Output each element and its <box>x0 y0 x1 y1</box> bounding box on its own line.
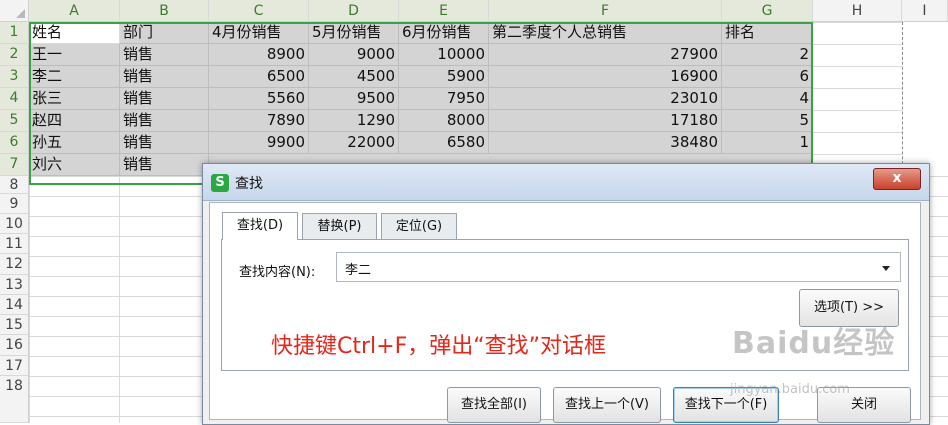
row-header[interactable]: 8 <box>0 176 29 194</box>
grid-line <box>119 176 120 423</box>
table-cell[interactable]: 2 <box>722 44 813 66</box>
table-cell[interactable]: 张三 <box>29 88 120 110</box>
table-cell[interactable]: 27900 <box>489 44 722 66</box>
annotation-text: 快捷键Ctrl+F，弹出“查找”对话框 <box>271 334 607 359</box>
find-all-button[interactable]: 查找全部(I) <box>447 387 541 423</box>
table-cell[interactable]: 9900 <box>209 132 309 154</box>
row-header[interactable]: 16 <box>0 335 29 356</box>
table-cell[interactable]: 6580 <box>399 132 489 154</box>
row-header[interactable]: 5 <box>0 110 29 132</box>
empty-grid <box>813 22 902 176</box>
table-cell[interactable]: 6 <box>722 66 813 88</box>
row-header[interactable]: 14 <box>0 295 29 315</box>
baidu-watermark: Baidu经验 <box>732 326 896 361</box>
table-cell[interactable]: 9500 <box>309 88 399 110</box>
table-cell[interactable]: 销售 <box>120 154 209 176</box>
row-header[interactable]: 18 <box>0 376 29 423</box>
cell-header-may[interactable]: 5月份销售 <box>309 22 399 44</box>
table-cell[interactable]: 刘六 <box>29 154 120 176</box>
table-cell[interactable]: 7950 <box>399 88 489 110</box>
find-input-value: 李二 <box>345 263 372 278</box>
table-cell[interactable]: 23010 <box>489 88 722 110</box>
table-cell[interactable]: 5560 <box>209 88 309 110</box>
column-header-a[interactable]: A <box>29 0 120 22</box>
tab-goto[interactable]: 定位(G) <box>381 213 457 239</box>
cell-header-name[interactable]: 姓名 <box>29 22 120 44</box>
table-cell[interactable]: 16900 <box>489 66 722 88</box>
dialog-title: 查找 <box>235 176 263 192</box>
row-header[interactable]: 15 <box>0 315 29 335</box>
table-cell[interactable]: 4 <box>722 88 813 110</box>
cell-header-jun[interactable]: 6月份销售 <box>399 22 489 44</box>
row-header[interactable]: 2 <box>0 44 29 66</box>
cell-header-dept[interactable]: 部门 <box>120 22 209 44</box>
tab-replace[interactable]: 替换(P) <box>302 213 377 239</box>
row-header[interactable]: 7 <box>0 154 29 176</box>
column-header-f[interactable]: F <box>489 0 722 22</box>
column-header-g[interactable]: G <box>722 0 813 22</box>
row-header[interactable]: 4 <box>0 88 29 110</box>
table-cell[interactable]: 8900 <box>209 44 309 66</box>
table-cell[interactable]: 9000 <box>309 44 399 66</box>
chevron-down-icon[interactable] <box>882 266 890 271</box>
cell-header-total[interactable]: 第二季度个人总销售 <box>489 22 722 44</box>
table-cell[interactable]: 1290 <box>309 110 399 132</box>
row-header[interactable]: 10 <box>0 214 29 234</box>
column-header-d[interactable]: D <box>309 0 399 22</box>
row-header[interactable]: 12 <box>0 254 29 275</box>
find-previous-button[interactable]: 查找上一个(V) <box>553 387 661 423</box>
table-cell[interactable]: 赵四 <box>29 110 120 132</box>
table-cell[interactable]: 7890 <box>209 110 309 132</box>
wps-logo-icon: S <box>211 174 229 192</box>
table-cell[interactable]: 销售 <box>120 88 209 110</box>
cell-header-rank[interactable]: 排名 <box>722 22 813 44</box>
table-cell[interactable]: 销售 <box>120 66 209 88</box>
table-cell[interactable]: 8000 <box>399 110 489 132</box>
table-cell[interactable]: 10000 <box>399 44 489 66</box>
table-cell[interactable]: 22000 <box>309 132 399 154</box>
table-cell[interactable]: 王一 <box>29 44 120 66</box>
table-cell[interactable]: 李二 <box>29 66 120 88</box>
column-header-b[interactable]: B <box>120 0 209 22</box>
column-header-c[interactable]: C <box>209 0 309 22</box>
find-label: 查找内容(N): <box>239 265 316 280</box>
column-header-h[interactable]: H <box>813 0 902 22</box>
tab-find[interactable]: 查找(D) <box>222 212 298 240</box>
table-cell[interactable]: 销售 <box>120 110 209 132</box>
baidu-watermark-url: jingyan.baidu.com <box>730 382 850 397</box>
cell-header-apr[interactable]: 4月份销售 <box>209 22 309 44</box>
table-cell[interactable]: 销售 <box>120 44 209 66</box>
table-cell[interactable]: 4500 <box>309 66 399 88</box>
table-cell[interactable]: 6500 <box>209 66 309 88</box>
table-cell[interactable]: 38480 <box>489 132 722 154</box>
table-cell[interactable]: 1 <box>722 132 813 154</box>
table-cell[interactable]: 销售 <box>120 132 209 154</box>
row-header[interactable]: 17 <box>0 356 29 376</box>
dialog-titlebar[interactable]: S 查找 x <box>203 164 929 201</box>
select-all-corner[interactable] <box>0 0 29 22</box>
row-header[interactable]: 6 <box>0 132 29 154</box>
table-cell[interactable]: 5900 <box>399 66 489 88</box>
row-header[interactable]: 13 <box>0 275 29 295</box>
table-cell[interactable]: 5 <box>722 110 813 132</box>
table-cell[interactable]: 17180 <box>489 110 722 132</box>
row-header[interactable]: 1 <box>0 22 29 44</box>
row-header[interactable]: 9 <box>0 194 29 214</box>
row-header[interactable]: 11 <box>0 234 29 254</box>
column-header-e[interactable]: E <box>399 0 489 22</box>
table-cell[interactable]: 孙五 <box>29 132 120 154</box>
row-header[interactable]: 3 <box>0 66 29 88</box>
column-header-i[interactable]: I <box>902 0 948 22</box>
find-input[interactable]: 李二 <box>336 252 901 282</box>
close-icon[interactable]: x <box>873 168 921 190</box>
